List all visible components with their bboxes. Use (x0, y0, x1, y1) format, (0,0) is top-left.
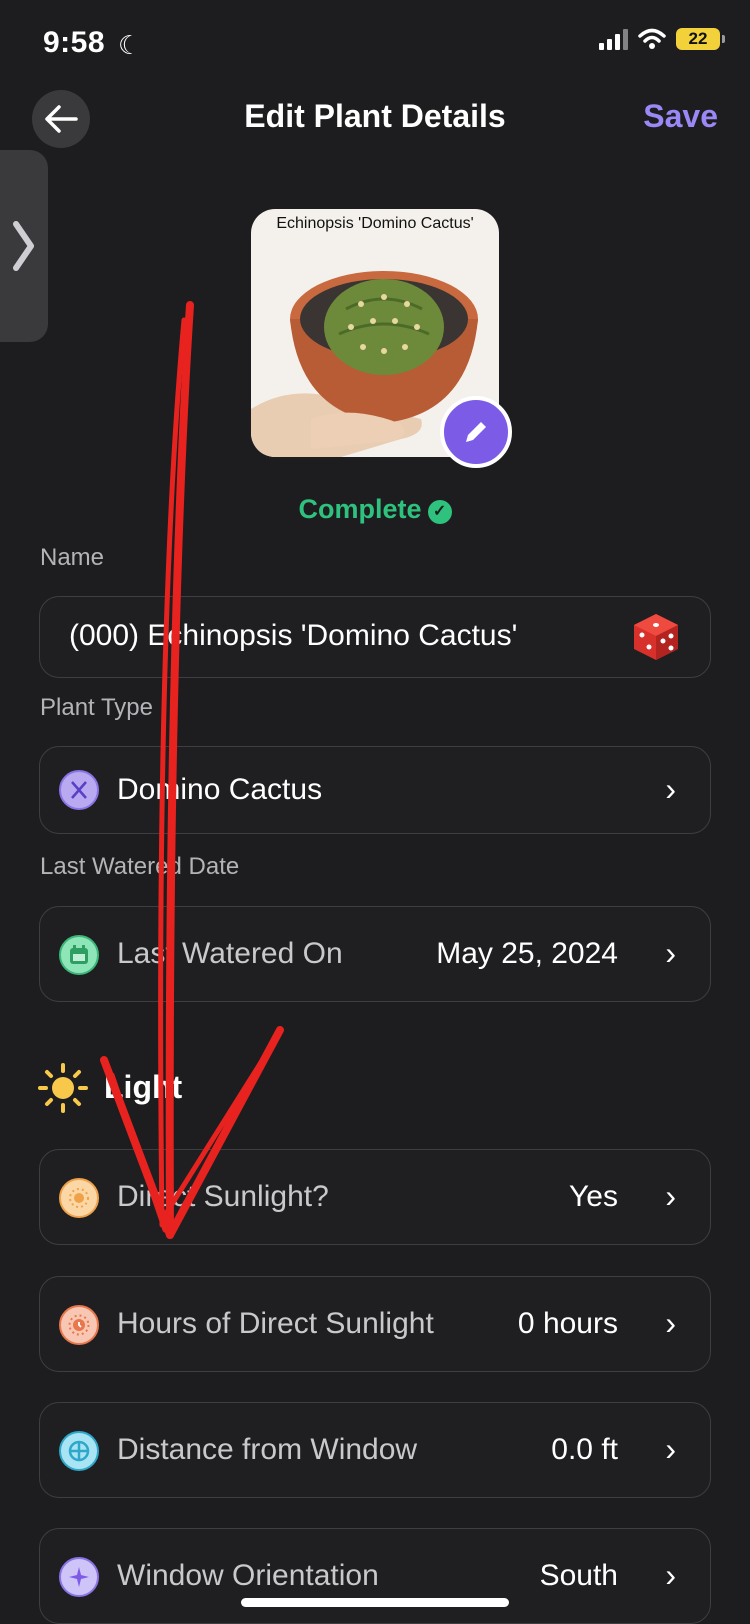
status-icons: 22 (599, 28, 725, 50)
last-watered-label: Last Watered Date (40, 853, 240, 880)
hours-sunlight-field[interactable]: Hours of Direct Sunlight 0 hours › (39, 1276, 711, 1372)
pencil-icon (466, 422, 486, 442)
cellular-signal-icon (599, 28, 628, 50)
random-dice-icon[interactable] (630, 611, 682, 663)
check-circle-icon: ✓ (427, 500, 452, 524)
window-distance-label: Distance from Window (117, 1433, 418, 1466)
name-value[interactable]: (000) Echinopsis 'Domino Cactus' (69, 619, 517, 653)
plant-type-field[interactable]: Domino Cactus › (39, 746, 711, 834)
calendar-icon (59, 935, 99, 975)
window-orientation-label: Window Orientation (117, 1559, 379, 1592)
compass-icon (59, 1557, 99, 1597)
completion-label: Complete (298, 494, 422, 524)
chevron-right-icon: › (665, 1557, 676, 1593)
chevron-right-icon: › (665, 1431, 676, 1467)
last-watered-field-label: Last Watered On (117, 937, 343, 970)
status-time: 9:58 (43, 26, 106, 59)
hours-sunlight-value: 0 hours (517, 1307, 618, 1340)
direct-sunlight-value: Yes (569, 1180, 618, 1213)
light-section-title: Light (104, 1069, 183, 1105)
wifi-icon (638, 28, 666, 49)
plant-type-label: Plant Type (40, 694, 153, 721)
sun-icon (38, 1063, 88, 1113)
chevron-right-icon: › (665, 1178, 676, 1214)
moon-icon: ☾ (118, 30, 142, 60)
direct-sunlight-label: Direct Sunlight? (117, 1180, 329, 1213)
battery-level: 22 (688, 29, 708, 48)
completion-status: Complete ✓ (0, 494, 750, 525)
window-orientation-field[interactable]: Window Orientation South › (39, 1528, 711, 1624)
side-drawer-handle[interactable] (0, 150, 48, 342)
name-field[interactable]: (000) Echinopsis 'Domino Cactus' (39, 596, 711, 678)
sun-badge-icon (59, 1178, 99, 1218)
window-icon (59, 1431, 99, 1471)
sun-clock-icon (59, 1305, 99, 1345)
battery-icon: 22 (676, 28, 725, 50)
chevron-right-icon: › (665, 935, 676, 971)
save-button[interactable]: Save (643, 98, 718, 135)
window-orientation-value: South (539, 1559, 618, 1592)
dna-icon (59, 770, 99, 810)
edit-photo-button[interactable] (440, 396, 512, 468)
direct-sunlight-field[interactable]: Direct Sunlight? Yes › (39, 1149, 711, 1245)
chevron-right-icon: › (665, 1305, 676, 1341)
last-watered-value: May 25, 2024 (436, 937, 618, 970)
chevron-right-icon: › (665, 771, 676, 807)
name-label: Name (40, 544, 105, 571)
plant-type-value: Domino Cactus (117, 773, 323, 806)
home-indicator (241, 1598, 509, 1607)
last-watered-field[interactable]: Last Watered On May 25, 2024 › (39, 906, 711, 1002)
window-distance-value: 0.0 ft (551, 1433, 618, 1466)
window-distance-field[interactable]: Distance from Window 0.0 ft › (39, 1402, 711, 1498)
chevron-right-icon (13, 221, 34, 271)
page-title: Edit Plant Details (244, 98, 506, 134)
hours-sunlight-label: Hours of Direct Sunlight (117, 1307, 434, 1340)
